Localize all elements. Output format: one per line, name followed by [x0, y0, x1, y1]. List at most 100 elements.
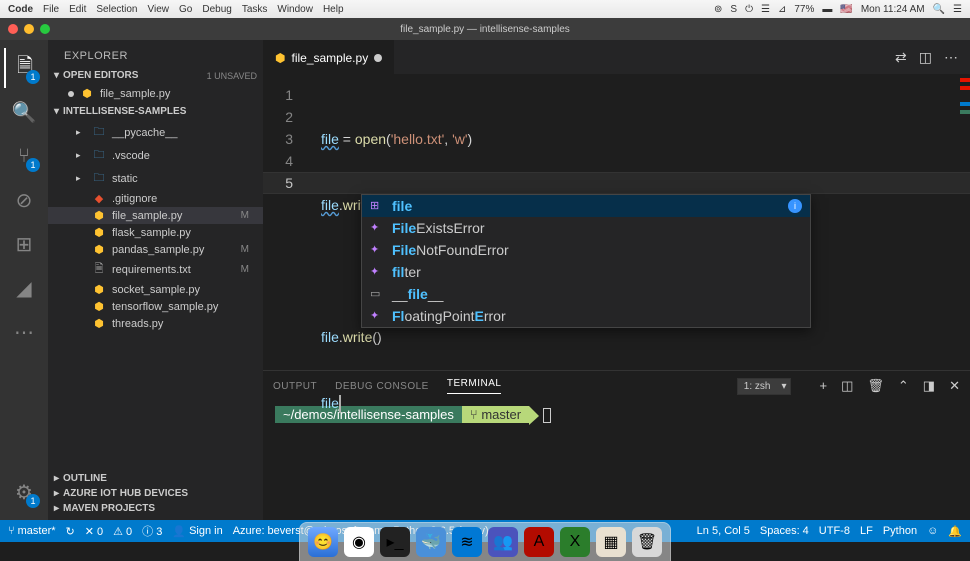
- file-flask-sample[interactable]: ⬢flask_sample.py: [48, 224, 263, 241]
- dock-docker[interactable]: 🐳: [416, 527, 446, 557]
- file-pandas-sample[interactable]: ⬢pandas_sample.pyM: [48, 241, 263, 258]
- flag-icon[interactable]: 🇺🇸: [840, 4, 852, 15]
- maximize-window-icon[interactable]: [40, 24, 50, 34]
- azure-icon[interactable]: ◢: [4, 268, 44, 308]
- menu-debug[interactable]: Debug: [202, 4, 231, 15]
- file-file-sample[interactable]: ⬢file_sample.pyM: [48, 207, 263, 224]
- folder-pycache[interactable]: ▸🗀__pycache__: [48, 121, 263, 144]
- explorer-icon[interactable]: 🗎1: [4, 48, 44, 88]
- python-file-icon: ⬢: [275, 51, 285, 65]
- sidebar: EXPLORER ▾ OPEN EDITORS 1 UNSAVED ⬢ file…: [48, 40, 263, 520]
- dock-terminal[interactable]: ▸_: [380, 527, 410, 557]
- azure-iot-header[interactable]: ▸AZURE IOT HUB DEVICES: [48, 486, 263, 501]
- open-editor-item[interactable]: ⬢ file_sample.py: [48, 85, 263, 102]
- dock-teams[interactable]: 👥: [488, 527, 518, 557]
- modified-dot-icon: [374, 54, 382, 62]
- chevron-right-icon: ▸: [54, 473, 59, 484]
- maven-header[interactable]: ▸MAVEN PROJECTS: [48, 501, 263, 516]
- terminal-selector[interactable]: 1: zsh ▾: [737, 378, 792, 395]
- extensions-icon[interactable]: ⊞: [4, 224, 44, 264]
- intellisense-popup[interactable]: ⊞filei ✦FileExistsError ✦FileNotFoundErr…: [361, 194, 811, 328]
- spotlight-icon[interactable]: 🔍: [933, 4, 945, 15]
- siri-icon[interactable]: ☰: [953, 4, 962, 15]
- variable-icon: ⊞: [370, 195, 384, 217]
- status-icon[interactable]: ⊚: [714, 4, 722, 15]
- dock-finder[interactable]: 😊: [308, 527, 338, 557]
- more-actions-icon[interactable]: ⋯: [944, 49, 958, 66]
- editor-group: ⬢ file_sample.py ⇄ ◫ ⋯ 1 2 3 4 5 file = …: [263, 40, 970, 520]
- menu-window[interactable]: Window: [277, 4, 313, 15]
- keyword-icon: ▭: [370, 283, 384, 305]
- code-editor[interactable]: 1 2 3 4 5 file = open('hello.txt', 'w') …: [263, 74, 970, 370]
- debug-icon[interactable]: ⊘: [4, 180, 44, 220]
- dock-trash[interactable]: 🗑: [632, 527, 662, 557]
- menu-go[interactable]: Go: [179, 4, 192, 15]
- overview-ruler[interactable]: [958, 74, 970, 334]
- minimize-window-icon[interactable]: [24, 24, 34, 34]
- sidebar-title: EXPLORER: [48, 40, 263, 68]
- chevron-down-icon: ▾: [54, 106, 59, 117]
- menu-file[interactable]: File: [43, 4, 59, 15]
- file-requirements[interactable]: 🗎requirements.txtM: [48, 258, 263, 281]
- chevron-right-icon: ▸: [54, 503, 59, 514]
- clock[interactable]: Mon 11:24 AM: [861, 4, 925, 15]
- suggest-item-filenotfounderror[interactable]: ✦FileNotFoundError: [362, 239, 810, 261]
- file-socket-sample[interactable]: ⬢socket_sample.py: [48, 281, 263, 298]
- battery-pct[interactable]: 77%: [794, 4, 814, 15]
- python-file-icon: ⬢: [92, 283, 106, 296]
- file-gitignore[interactable]: ◆.gitignore: [48, 190, 263, 207]
- chevron-right-icon: ▸: [76, 127, 86, 138]
- workspace-header[interactable]: ▾ INTELLISENSE-SAMPLES: [48, 104, 263, 119]
- dock-app[interactable]: ▦: [596, 527, 626, 557]
- open-editors-header[interactable]: ▾ OPEN EDITORS 1 UNSAVED: [48, 68, 263, 83]
- info-icon[interactable]: i: [788, 199, 802, 213]
- panel-tab-output[interactable]: OUTPUT: [273, 381, 317, 392]
- suggest-item-filter[interactable]: ✦filter: [362, 261, 810, 283]
- menu-app-name[interactable]: Code: [8, 4, 33, 15]
- source-control-icon[interactable]: ⑂1: [4, 136, 44, 176]
- python-file-icon: ⬢: [92, 243, 106, 256]
- menu-tasks[interactable]: Tasks: [242, 4, 268, 15]
- tab-bar: ⬢ file_sample.py ⇄ ◫ ⋯: [263, 40, 970, 74]
- folder-icon: 🗀: [92, 123, 106, 142]
- suggest-item-floatingpointerror[interactable]: ✦FloatingPointError: [362, 305, 810, 327]
- menu-view[interactable]: View: [148, 4, 170, 15]
- python-file-icon: ⬢: [80, 87, 94, 100]
- modified-dot-icon: [68, 91, 74, 97]
- status-icon[interactable]: S: [730, 4, 737, 15]
- menu-selection[interactable]: Selection: [96, 4, 137, 15]
- wifi-icon[interactable]: ⊿: [778, 4, 786, 15]
- compare-icon[interactable]: ⇄: [895, 49, 907, 66]
- folder-static[interactable]: ▸🗀static: [48, 167, 263, 190]
- status-icon[interactable]: ☰: [761, 4, 770, 15]
- dock-chrome[interactable]: ◉: [344, 527, 374, 557]
- activity-bar: 🗎1 🔍 ⑂1 ⊘ ⊞ ◢ ⋯ ⚙1: [0, 40, 48, 520]
- outline-header[interactable]: ▸OUTLINE: [48, 471, 263, 486]
- close-window-icon[interactable]: [8, 24, 18, 34]
- search-icon[interactable]: 🔍: [4, 92, 44, 132]
- traffic-lights[interactable]: [8, 24, 50, 34]
- dock-excel[interactable]: X: [560, 527, 590, 557]
- status-icon[interactable]: ⏻: [745, 4, 753, 15]
- more-icon[interactable]: ⋯: [4, 312, 44, 352]
- tab-file-sample[interactable]: ⬢ file_sample.py: [263, 40, 394, 74]
- menu-edit[interactable]: Edit: [69, 4, 86, 15]
- dock-vscode[interactable]: ≋: [452, 527, 482, 557]
- macos-menubar: Code File Edit Selection View Go Debug T…: [0, 0, 970, 18]
- dock-acrobat[interactable]: A: [524, 527, 554, 557]
- macos-dock: 😊 ◉ ▸_ 🐳 ≋ 👥 A X ▦ 🗑: [0, 521, 970, 561]
- chevron-down-icon: ▾: [54, 70, 59, 81]
- gutter: 1 2 3 4 5: [263, 84, 311, 194]
- settings-gear-icon[interactable]: ⚙1: [4, 472, 44, 512]
- file-tensorflow-sample[interactable]: ⬢tensorflow_sample.py: [48, 298, 263, 315]
- folder-vscode[interactable]: ▸🗀.vscode: [48, 144, 263, 167]
- menu-help[interactable]: Help: [323, 4, 344, 15]
- suggest-item-fileexistserror[interactable]: ✦FileExistsError: [362, 217, 810, 239]
- git-file-icon: ◆: [92, 192, 106, 205]
- suggest-item-dunder-file[interactable]: ▭__file__: [362, 283, 810, 305]
- chevron-right-icon: ▸: [54, 488, 59, 499]
- split-editor-icon[interactable]: ◫: [919, 49, 932, 66]
- python-file-icon: ⬢: [92, 226, 106, 239]
- suggest-item-file[interactable]: ⊞filei: [362, 195, 810, 217]
- file-threads[interactable]: ⬢threads.py: [48, 315, 263, 332]
